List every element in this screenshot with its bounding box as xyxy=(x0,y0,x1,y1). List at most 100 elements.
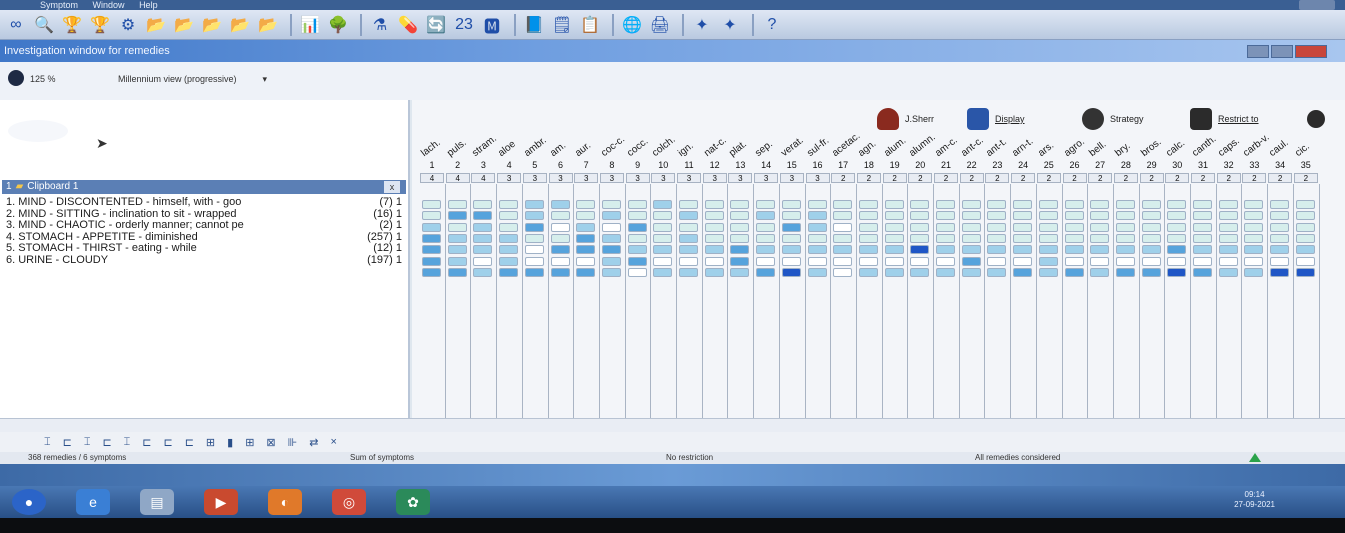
grade-cell[interactable] xyxy=(807,211,827,221)
grade-cell[interactable] xyxy=(704,211,724,221)
grade-cell[interactable] xyxy=(1244,222,1264,232)
grade-cell[interactable] xyxy=(627,267,647,277)
grade-cell[interactable] xyxy=(447,256,467,266)
grade-cell[interactable] xyxy=(858,211,878,221)
maximize-button[interactable] xyxy=(1271,45,1293,58)
grade-cell[interactable] xyxy=(679,200,698,209)
tool-button[interactable]: × xyxy=(330,436,336,448)
rubric-row[interactable]: 2. MIND - SITTING - inclination to sit -… xyxy=(6,208,402,220)
grade-cell[interactable] xyxy=(499,233,519,243)
grade-cell[interactable] xyxy=(961,245,981,255)
grade-cell[interactable] xyxy=(1064,267,1084,277)
grade-cell[interactable] xyxy=(524,211,544,221)
grade-cell[interactable] xyxy=(1244,200,1264,209)
grade-cell[interactable] xyxy=(756,267,776,277)
grade-cell[interactable] xyxy=(550,233,570,243)
grade-cell[interactable] xyxy=(653,245,673,255)
remedy-name[interactable]: acetac. xyxy=(830,130,862,159)
view-select[interactable]: Millennium view (progressive) ▾ xyxy=(118,74,267,85)
grade-cell[interactable] xyxy=(601,200,621,209)
grade-cell[interactable] xyxy=(936,245,955,255)
grade-cell[interactable] xyxy=(730,245,750,255)
theme-2-icon[interactable]: ✦ xyxy=(718,13,742,37)
grade-cell[interactable] xyxy=(627,233,647,243)
grade-cell[interactable] xyxy=(1193,200,1212,209)
grade-cell[interactable] xyxy=(1115,233,1135,243)
remedy-name[interactable]: cocc. xyxy=(625,136,650,159)
grade-cell[interactable] xyxy=(550,211,570,221)
network-icon[interactable]: ⚙ xyxy=(116,13,140,37)
minimize-button[interactable] xyxy=(1247,45,1269,58)
grade-cell[interactable] xyxy=(781,233,801,243)
grade-cell[interactable] xyxy=(473,211,493,221)
grade-cell[interactable] xyxy=(576,245,596,255)
menu-help[interactable]: Help xyxy=(139,0,158,10)
grade-cell[interactable] xyxy=(1064,211,1084,221)
grade-cell[interactable] xyxy=(987,245,1007,255)
grade-cell[interactable] xyxy=(679,256,698,266)
grade-cell[interactable] xyxy=(1141,211,1161,221)
chrome-icon[interactable]: ◎ xyxy=(332,489,366,515)
restrict-button[interactable]: Restrict to xyxy=(1190,100,1259,138)
menu-symptom[interactable]: Symptom xyxy=(40,0,78,10)
remedy-name[interactable]: ant-c. xyxy=(959,135,985,159)
grade-cell[interactable] xyxy=(1013,267,1033,277)
grade-cell[interactable] xyxy=(756,256,776,266)
grade-cell[interactable] xyxy=(807,222,827,232)
grade-cell[interactable] xyxy=(1270,222,1290,232)
grade-cell[interactable] xyxy=(1013,211,1033,221)
grade-cell[interactable] xyxy=(1218,267,1238,277)
grade-cell[interactable] xyxy=(1064,256,1084,266)
folder-5-icon[interactable]: 📂 xyxy=(256,13,280,37)
start-orb[interactable]: ● xyxy=(12,489,46,515)
grade-cell[interactable] xyxy=(858,256,878,266)
grade-cell[interactable] xyxy=(1115,256,1135,266)
grade-cell[interactable] xyxy=(601,256,621,266)
clipboard-close-button[interactable]: x xyxy=(384,181,400,193)
grade-cell[interactable] xyxy=(936,233,955,243)
chart-icon[interactable]: 📊 xyxy=(298,13,322,37)
grade-cell[interactable] xyxy=(961,200,981,209)
clock[interactable]: 09:14 27-09-2021 xyxy=(1234,490,1275,510)
rubric-row[interactable]: 3. MIND - CHAOTIC - orderly manner; cann… xyxy=(6,219,402,231)
display-button[interactable]: Display xyxy=(967,100,1025,138)
grade-cell[interactable] xyxy=(884,211,904,221)
grade-cell[interactable] xyxy=(1141,200,1161,209)
tool-button[interactable]: ⌶ xyxy=(44,436,51,449)
grade-cell[interactable] xyxy=(447,267,467,277)
grade-cell[interactable] xyxy=(627,256,647,266)
remedy-name[interactable]: ars. xyxy=(1036,140,1056,159)
folder-2-icon[interactable]: 📂 xyxy=(172,13,196,37)
grade-cell[interactable] xyxy=(756,200,776,209)
ie-icon[interactable]: e xyxy=(76,489,110,515)
capsule-icon[interactable]: 💊 xyxy=(396,13,420,37)
grade-cell[interactable] xyxy=(1295,245,1315,255)
search-icon[interactable]: 🔍 xyxy=(32,13,56,37)
media-icon[interactable]: ▶ xyxy=(204,489,238,515)
grade-cell[interactable] xyxy=(1167,233,1187,243)
grade-cell[interactable] xyxy=(1038,245,1058,255)
grade-cell[interactable] xyxy=(499,222,519,232)
remedy-name[interactable]: cic. xyxy=(1293,141,1312,159)
grade-cell[interactable] xyxy=(884,267,904,277)
grade-cell[interactable] xyxy=(1244,211,1264,221)
grade-cell[interactable] xyxy=(910,211,930,221)
grade-cell[interactable] xyxy=(447,245,467,255)
tool-button[interactable]: ⊪ xyxy=(288,436,298,449)
grade-cell[interactable] xyxy=(473,256,493,266)
rubric-row[interactable]: 1. MIND - DISCONTENTED - himself, with -… xyxy=(6,196,402,208)
grade-cell[interactable] xyxy=(653,211,673,221)
grade-cell[interactable] xyxy=(858,233,878,243)
grade-cell[interactable] xyxy=(653,267,673,277)
grade-cell[interactable] xyxy=(1295,211,1315,221)
notes-icon[interactable]: 🗒 xyxy=(550,13,574,37)
grade-cell[interactable] xyxy=(884,245,904,255)
grade-cell[interactable] xyxy=(730,256,750,266)
menu-window[interactable]: Window xyxy=(93,0,125,10)
grade-cell[interactable] xyxy=(447,211,467,221)
grade-cell[interactable] xyxy=(499,200,519,209)
grade-cell[interactable] xyxy=(1295,256,1315,266)
flask-icon[interactable]: ⚗ xyxy=(368,13,392,37)
grade-cell[interactable] xyxy=(1218,211,1238,221)
grade-cell[interactable] xyxy=(447,233,467,243)
